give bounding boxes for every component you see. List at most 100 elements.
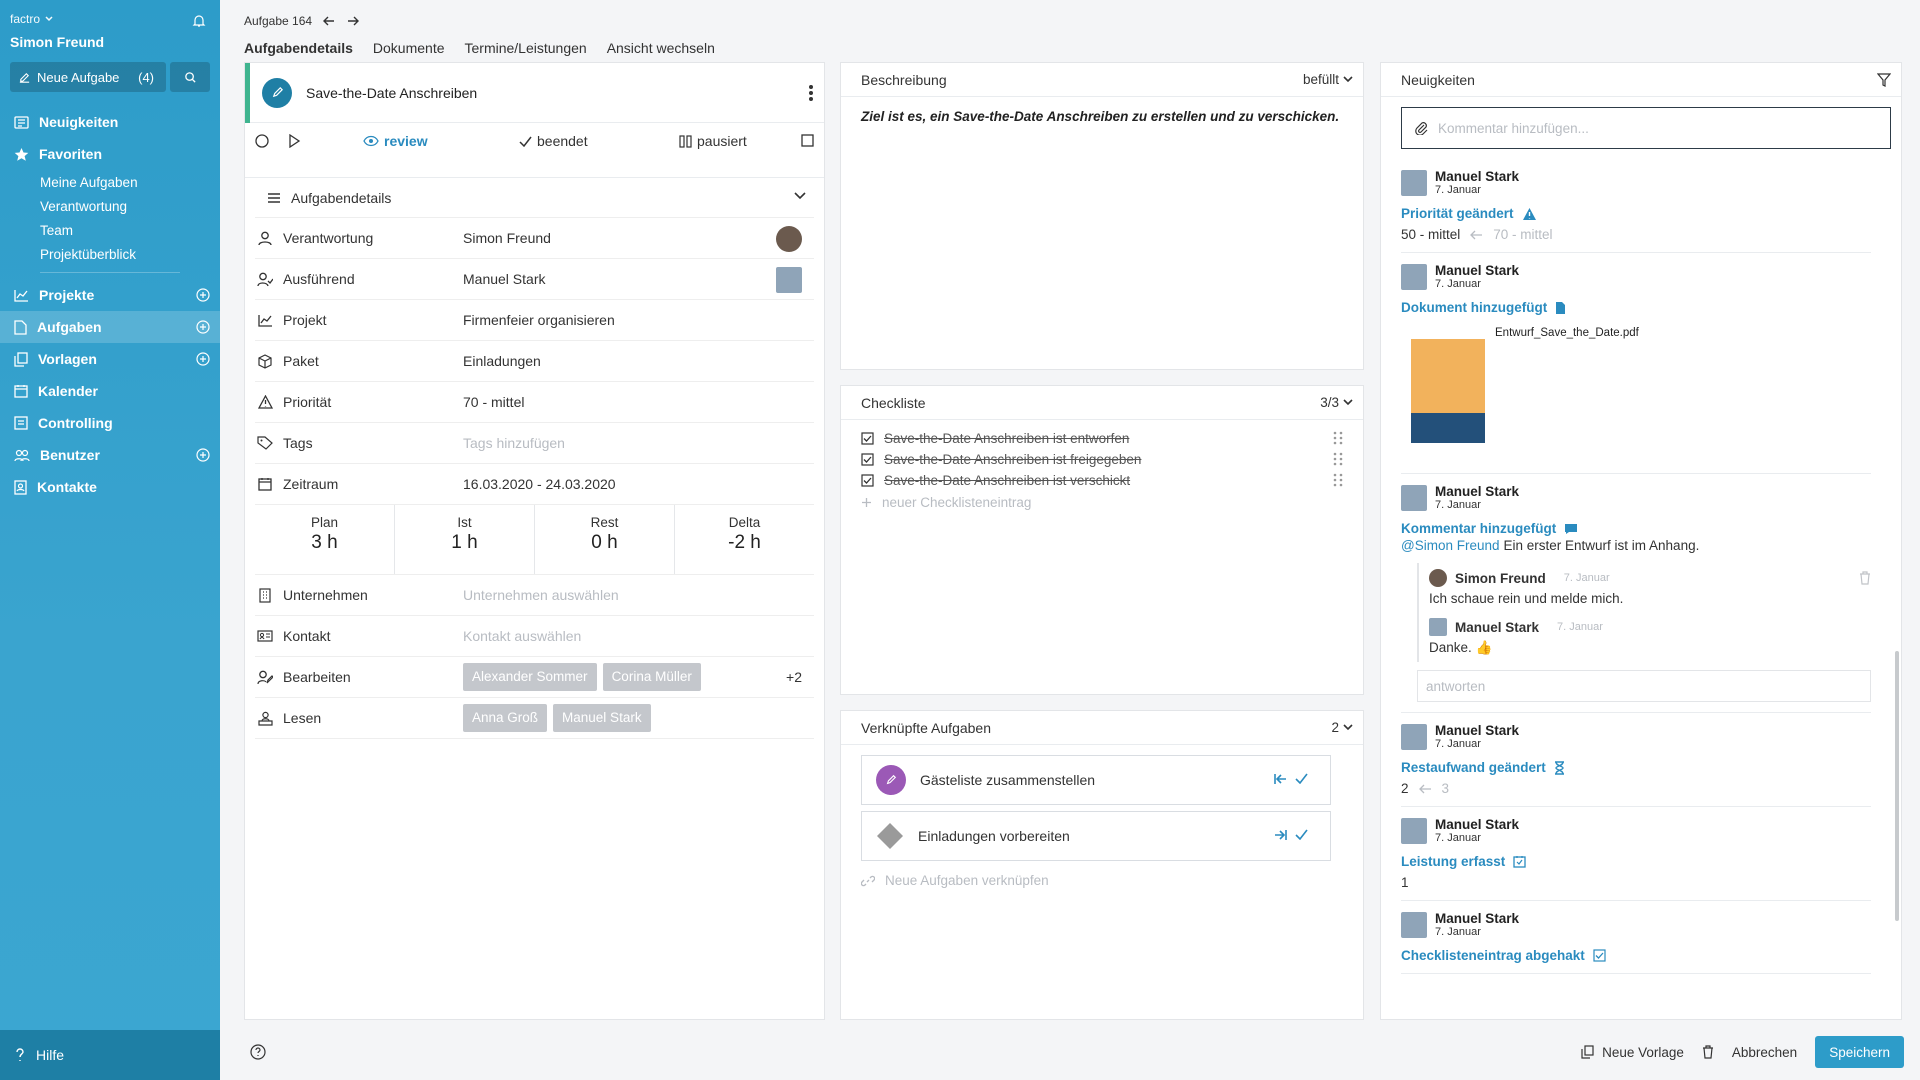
description-filter[interactable]: befüllt	[1303, 72, 1353, 87]
row-label: Priorität	[283, 394, 332, 410]
linked-task-card[interactable]: Einladungen vorbereiten	[861, 811, 1331, 861]
checkbox-checked-icon[interactable]	[861, 432, 874, 445]
favorite-item[interactable]: Team	[0, 218, 220, 242]
new-checklist-item[interactable]: neuer Checklisteneintrag	[841, 491, 1363, 513]
checklist-item[interactable]: Save-the-Date Anschreiben ist freigegebe…	[841, 449, 1363, 470]
plus-circle-icon[interactable]	[196, 320, 210, 334]
status-done[interactable]: beendet	[519, 133, 588, 149]
contact-select[interactable]: Kontakt auswählen	[463, 628, 581, 644]
sidebar-item-vorlagen[interactable]: Vorlagen	[0, 343, 220, 375]
linked-task-card[interactable]: Gästeliste zusammenstellen	[861, 755, 1331, 805]
building-icon	[259, 587, 271, 603]
task-type-icon[interactable]	[262, 77, 292, 108]
user-tag[interactable]: Alexander Sommer	[463, 663, 597, 691]
checklist-count[interactable]: 3/3	[1320, 395, 1353, 410]
document-filename[interactable]: Entwurf_Save_the_Date.pdf	[1495, 327, 1639, 443]
document-attachment[interactable]: Entwurf_Save_the_Date.pdf	[1401, 327, 1871, 443]
user-tag[interactable]: Manuel Stark	[553, 704, 651, 732]
sidebar-item-neuigkeiten[interactable]: Neuigkeiten	[0, 106, 220, 138]
save-button[interactable]: Speichern	[1815, 1036, 1904, 1068]
row-paket[interactable]: Paket Einladungen	[255, 341, 814, 382]
sidebar-item-favoriten[interactable]: Favoriten	[0, 138, 220, 170]
task-panel: Save-the-Date Anschreiben review beendet…	[244, 62, 825, 1020]
row-value: Simon Freund	[463, 230, 551, 246]
new-value: 50 - mittel	[1401, 227, 1461, 242]
checkbox-checked-icon[interactable]	[861, 474, 874, 487]
link-successor-icon[interactable]	[1274, 829, 1287, 841]
plus-circle-icon[interactable]	[196, 448, 210, 462]
drag-handle-icon[interactable]	[1333, 473, 1343, 487]
row-unternehmen[interactable]: Unternehmen Unternehmen auswählen	[255, 575, 814, 616]
sidebar-item-aufgaben[interactable]: Aufgaben	[0, 311, 220, 343]
comment-input[interactable]: Kommentar hinzufügen...	[1401, 107, 1891, 149]
trash-icon[interactable]	[1859, 571, 1871, 585]
row-tags[interactable]: Tags Tags hinzufügen	[255, 423, 814, 464]
favorite-item[interactable]: Projektüberblick	[0, 242, 220, 266]
link-new-tasks[interactable]: Neue Aufgaben verknüpfen	[841, 861, 1363, 900]
tab-aufgabendetails[interactable]: Aufgabendetails	[244, 40, 353, 56]
more-vertical-icon[interactable]	[808, 83, 814, 103]
checkbox-icon[interactable]	[801, 134, 814, 147]
favorite-item[interactable]: Verantwortung	[0, 194, 220, 218]
link-predecessor-icon[interactable]	[1274, 773, 1287, 785]
new-template-label: Neue Vorlage	[1602, 1044, 1684, 1060]
linked-count[interactable]: 2	[1331, 720, 1353, 735]
row-projekt[interactable]: Projekt Firmenfeier organisieren	[255, 300, 814, 341]
arrow-right-icon[interactable]	[346, 15, 360, 27]
help-circle-icon[interactable]	[250, 1044, 266, 1060]
play-icon[interactable]	[287, 134, 301, 148]
sidebar-item-kalender[interactable]: Kalender	[0, 375, 220, 407]
sidebar-item-projekte[interactable]: Projekte	[0, 279, 220, 311]
sidebar-item-kontakte[interactable]: Kontakte	[0, 471, 220, 503]
search-button[interactable]	[170, 62, 210, 92]
document-thumbnail[interactable]	[1411, 339, 1485, 443]
brand-switcher[interactable]: factro	[10, 12, 210, 26]
drag-handle-icon[interactable]	[1333, 452, 1343, 466]
drag-handle-icon[interactable]	[1333, 431, 1343, 445]
status-paused[interactable]: pausiert	[679, 133, 747, 149]
reply-input[interactable]: antworten	[1417, 670, 1871, 702]
help-button[interactable]: Hilfe	[0, 1030, 220, 1080]
checkbox-checked-icon[interactable]	[861, 453, 874, 466]
sidebar-item-controlling[interactable]: Controlling	[0, 407, 220, 439]
favorite-item[interactable]: Meine Aufgaben	[0, 170, 220, 194]
checklist-item[interactable]: Save-the-Date Anschreiben ist verschickt	[841, 470, 1363, 491]
tab-termine-leistungen[interactable]: Termine/Leistungen	[465, 40, 587, 56]
plus-circle-icon[interactable]	[196, 352, 210, 366]
cancel-button[interactable]: Abbrechen	[1732, 1045, 1797, 1060]
more-users-count[interactable]: +2	[786, 669, 802, 685]
user-tag[interactable]: Anna Groß	[463, 704, 548, 732]
row-kontakt[interactable]: Kontakt Kontakt auswählen	[255, 616, 814, 657]
row-lesen[interactable]: Lesen Anna Groß Manuel Stark	[255, 698, 814, 739]
row-verantwortung[interactable]: Verantwortung Simon Freund	[255, 218, 814, 259]
trash-icon[interactable]	[1702, 1045, 1714, 1059]
bell-icon[interactable]	[192, 14, 206, 28]
scrollbar[interactable]	[1895, 651, 1899, 921]
filter-icon[interactable]	[1877, 73, 1891, 87]
plus-circle-icon[interactable]	[196, 288, 210, 302]
details-header[interactable]: Aufgabendetails	[255, 178, 814, 218]
user-tag[interactable]: Corina Müller	[602, 663, 701, 691]
paperclip-icon[interactable]	[1414, 121, 1428, 135]
row-label: Paket	[283, 353, 319, 369]
news-icon	[14, 115, 29, 129]
task-title[interactable]: Save-the-Date Anschreiben	[306, 85, 477, 101]
checklist-item[interactable]: Save-the-Date Anschreiben ist entworfen	[841, 428, 1363, 449]
tab-dokumente[interactable]: Dokumente	[373, 40, 445, 56]
company-select[interactable]: Unternehmen auswählen	[463, 587, 619, 603]
row-prioritaet[interactable]: Priorität 70 - mittel	[255, 382, 814, 423]
row-ausfuehrend[interactable]: Ausführend Manuel Stark	[255, 259, 814, 300]
status-review[interactable]: review	[363, 133, 428, 149]
tab-ansicht-wechseln[interactable]: Ansicht wechseln	[607, 40, 715, 56]
sidebar-item-benutzer[interactable]: Benutzer	[0, 439, 220, 471]
tags-input[interactable]: Tags hinzufügen	[463, 435, 565, 451]
new-task-button[interactable]: Neue Aufgabe (4)	[10, 62, 166, 92]
description-text[interactable]: Ziel ist es, ein Save-the-Date Anschreib…	[841, 97, 1363, 136]
row-bearbeiten[interactable]: Bearbeiten Alexander Sommer Corina Mülle…	[255, 657, 814, 698]
arrow-left-icon[interactable]	[322, 15, 336, 27]
new-template-button[interactable]: Neue Vorlage	[1581, 1045, 1684, 1060]
chevron-down-icon[interactable]	[794, 192, 806, 200]
status-open-icon[interactable]	[255, 134, 269, 148]
mention[interactable]: @Simon Freund	[1401, 538, 1500, 553]
row-zeitraum[interactable]: Zeitraum 16.03.2020 - 24.03.2020	[255, 464, 814, 505]
